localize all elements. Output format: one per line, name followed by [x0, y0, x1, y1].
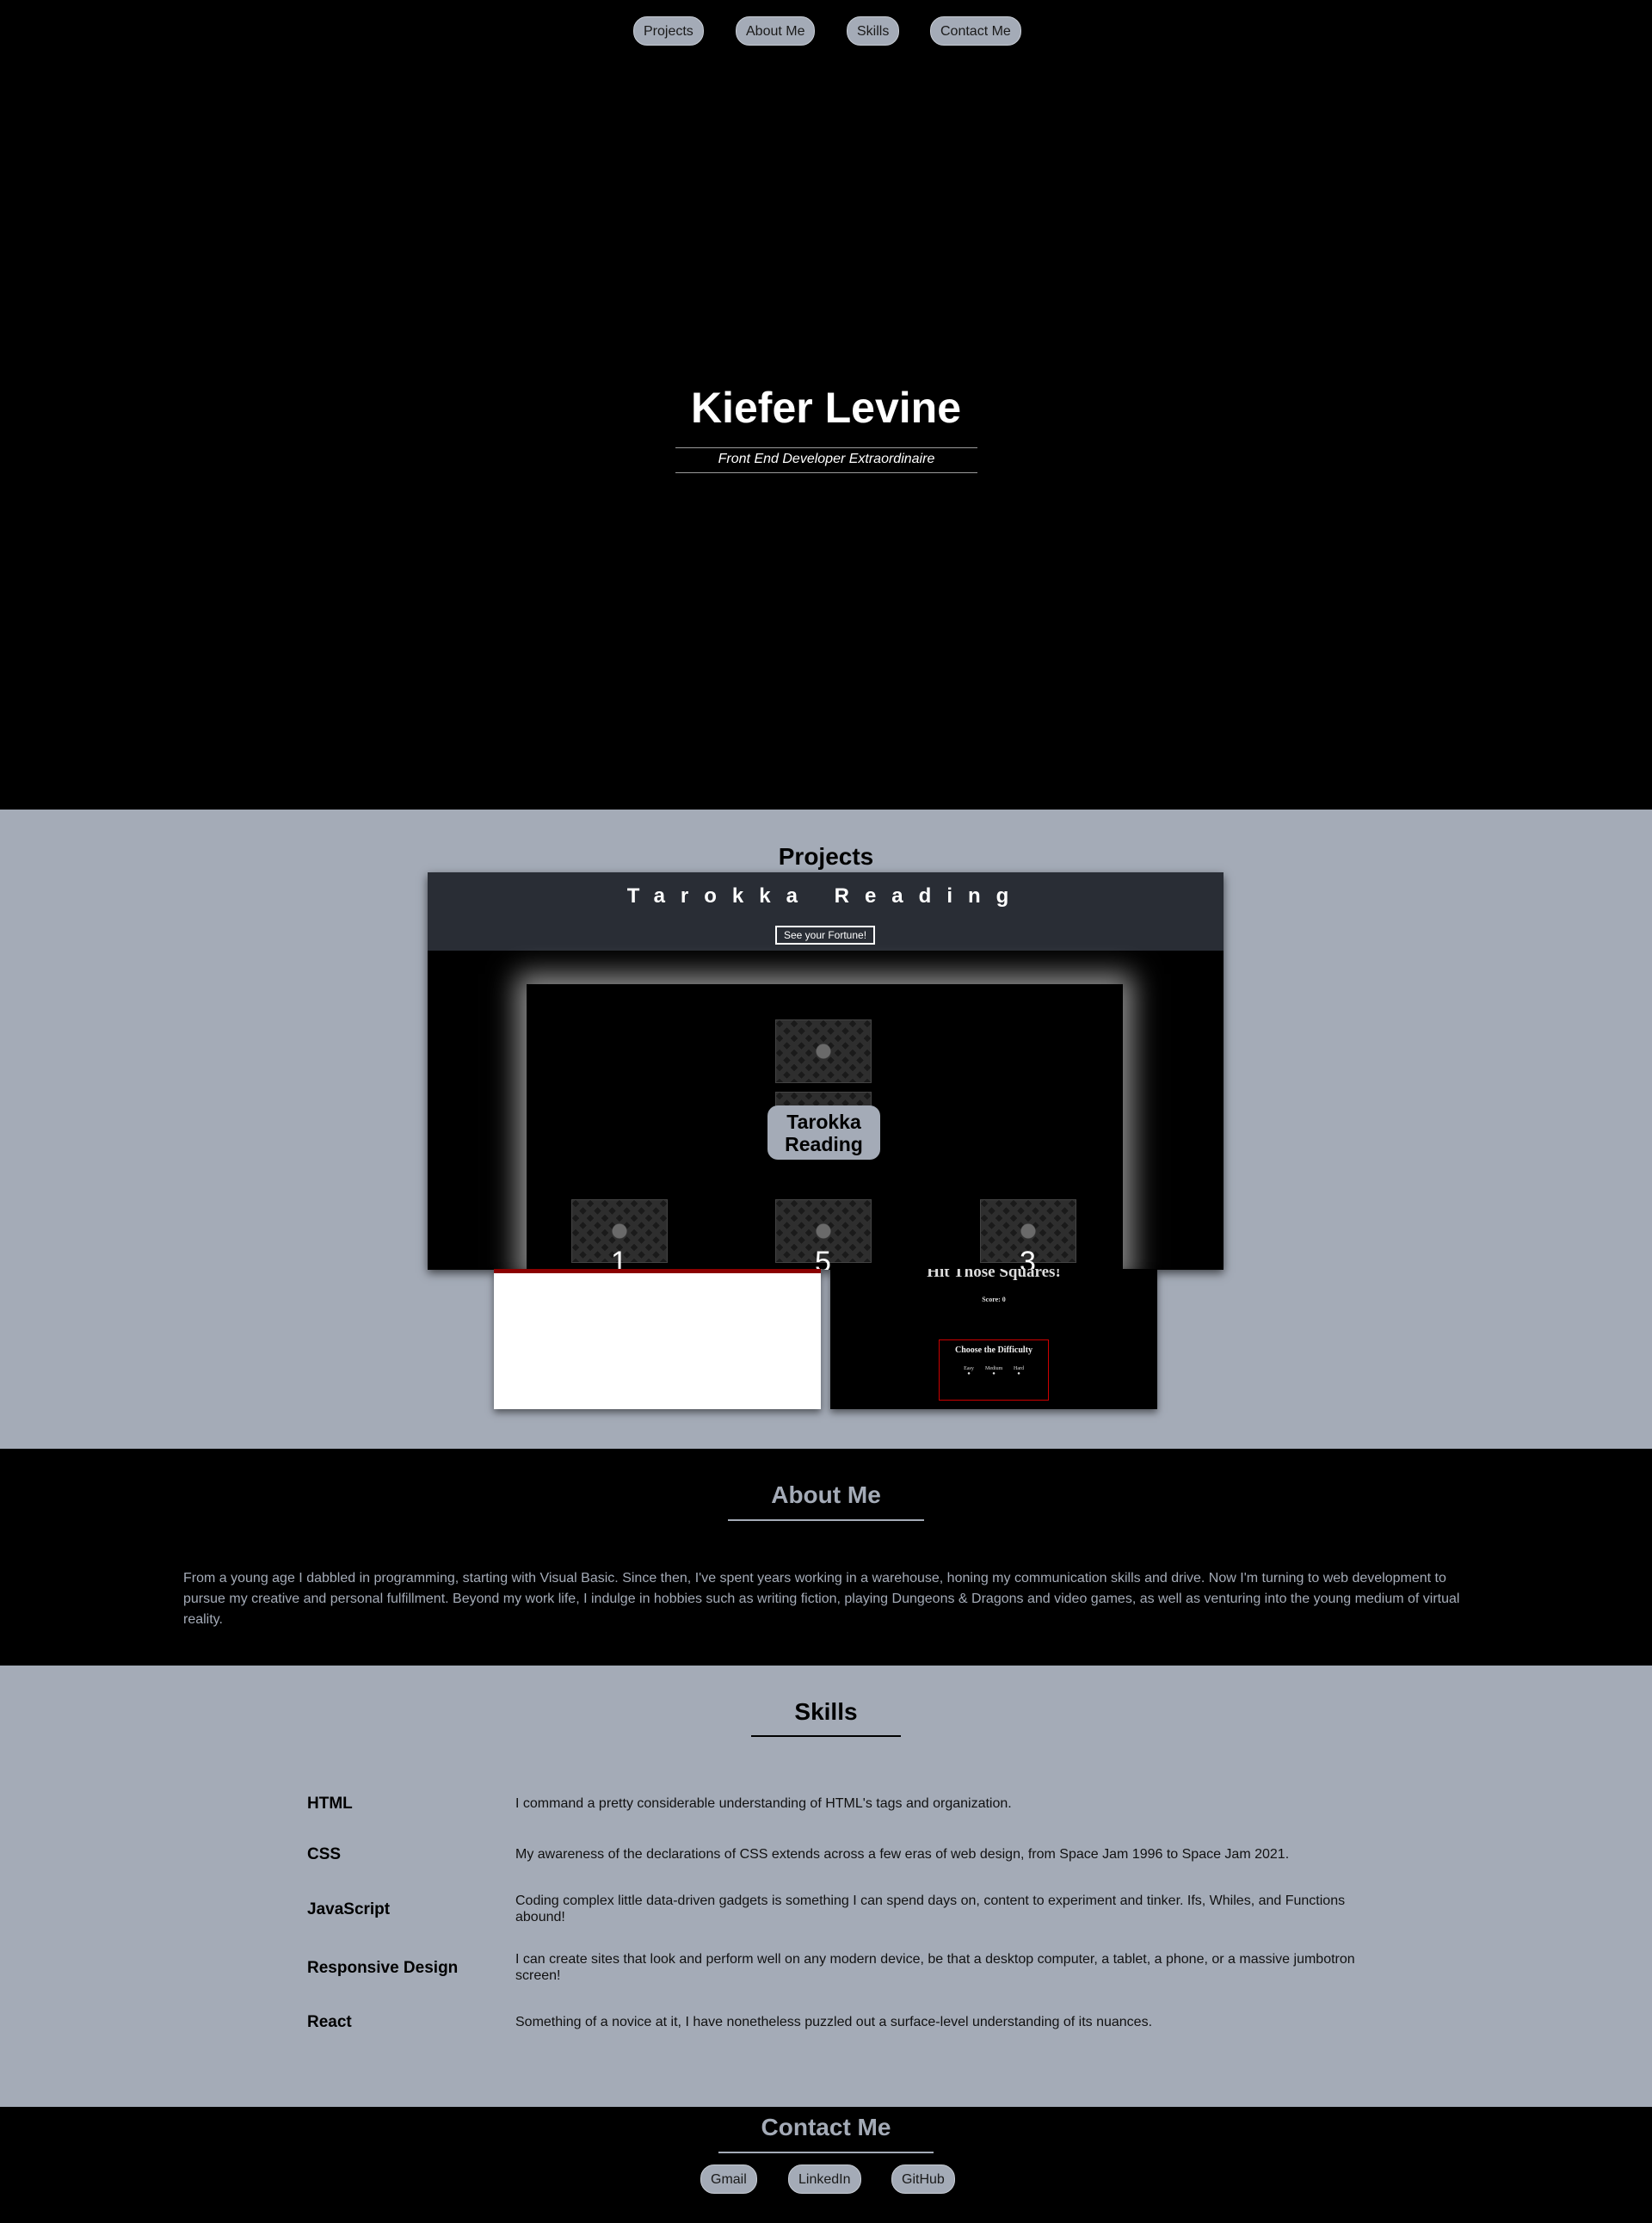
- projects-heading: Projects: [778, 843, 874, 870]
- about-heading: About Me: [771, 1481, 881, 1508]
- tarokka-card-number: 3: [1020, 1246, 1036, 1270]
- difficulty-option-hard: Hard ●: [1014, 1366, 1024, 1376]
- hero-divider-top: [675, 447, 977, 448]
- skill-desc: Something of a novice at it, I have none…: [515, 2015, 1153, 2029]
- skill-name: Responsive Design: [307, 1959, 459, 1977]
- about-text: From a young age I dabbled in programmin…: [183, 1571, 1460, 1627]
- skill-desc: My awareness of the declarations of CSS …: [515, 1847, 1290, 1862]
- hero-section: Kiefer Levine Front End Developer Extrao…: [0, 0, 1652, 810]
- nav-about-link[interactable]: About Me: [736, 16, 816, 46]
- contact-underline: [718, 2152, 934, 2153]
- project-card-white[interactable]: [494, 1269, 821, 1409]
- tarokka-card-number: 5: [815, 1246, 831, 1270]
- tarokka-header: Tarokka Reading See your Fortune!: [428, 872, 1224, 951]
- skill-desc: I command a pretty considerable understa…: [515, 1796, 1012, 1811]
- hero-name: Kiefer Levine: [690, 384, 961, 432]
- tarokka-card-top: [775, 1019, 872, 1083]
- about-underline: [728, 1519, 924, 1521]
- about-section: About Me From a young age I dabbled in p…: [0, 1449, 1652, 1666]
- hero-divider-bottom: [675, 472, 977, 473]
- tarokka-card-number: 1: [611, 1246, 627, 1270]
- difficulty-box: Choose the Difficulty Easy ● Medium ● Hard…: [939, 1339, 1049, 1401]
- linkedin-link[interactable]: LinkedIn: [788, 2164, 861, 2194]
- top-nav: Projects About Me Skills Contact Me: [0, 16, 1652, 51]
- project-card-hit-squares[interactable]: Hit Those Squares! Score: 0 Choose the D…: [830, 1269, 1157, 1409]
- skills-underline: [751, 1735, 901, 1737]
- skills-heading: Skills: [794, 1698, 858, 1725]
- skill-name: HTML: [307, 1795, 353, 1813]
- skills-section: Skills HTML I command a pretty considera…: [0, 1666, 1652, 2107]
- tarokka-fortune-button: See your Fortune!: [775, 926, 875, 945]
- gmail-link[interactable]: Gmail: [700, 2164, 757, 2194]
- difficulty-option-easy: Easy ●: [964, 1366, 974, 1376]
- skill-desc: Coding complex little data-driven gadget…: [515, 1894, 1346, 1924]
- nav-skills-link[interactable]: Skills: [847, 16, 900, 46]
- contact-section: Contact Me Gmail LinkedIn GitHub: [0, 2107, 1652, 2223]
- nav-projects-link[interactable]: Projects: [633, 16, 704, 46]
- hero-tagline: Front End Developer Extraordinaire: [718, 452, 935, 466]
- skill-name: React: [307, 2013, 352, 2031]
- project-card-tarokka[interactable]: Tarokka Reading See your Fortune! 1 5 3 …: [428, 872, 1224, 1270]
- hit-squares-title: Hit Those Squares!: [927, 1269, 1061, 1281]
- skill-desc: I can create sites that look and perform…: [515, 1952, 1355, 1983]
- skill-name: CSS: [307, 1845, 342, 1863]
- nav-contact-link[interactable]: Contact Me: [930, 16, 1021, 46]
- projects-section: Projects Tarokka Reading See your Fortun…: [0, 810, 1652, 1449]
- contact-heading: Contact Me: [761, 2114, 891, 2140]
- github-link[interactable]: GitHub: [891, 2164, 955, 2194]
- skill-name: JavaScript: [307, 1900, 391, 1918]
- hit-squares-score: Score: 0: [982, 1296, 1006, 1303]
- project-label-tarokka: Tarokka Reading: [767, 1105, 880, 1160]
- difficulty-heading: Choose the Difficulty: [955, 1346, 1032, 1355]
- difficulty-option-medium: Medium ●: [985, 1366, 1003, 1376]
- tarokka-screenshot-title: Tarokka Reading: [626, 884, 1025, 908]
